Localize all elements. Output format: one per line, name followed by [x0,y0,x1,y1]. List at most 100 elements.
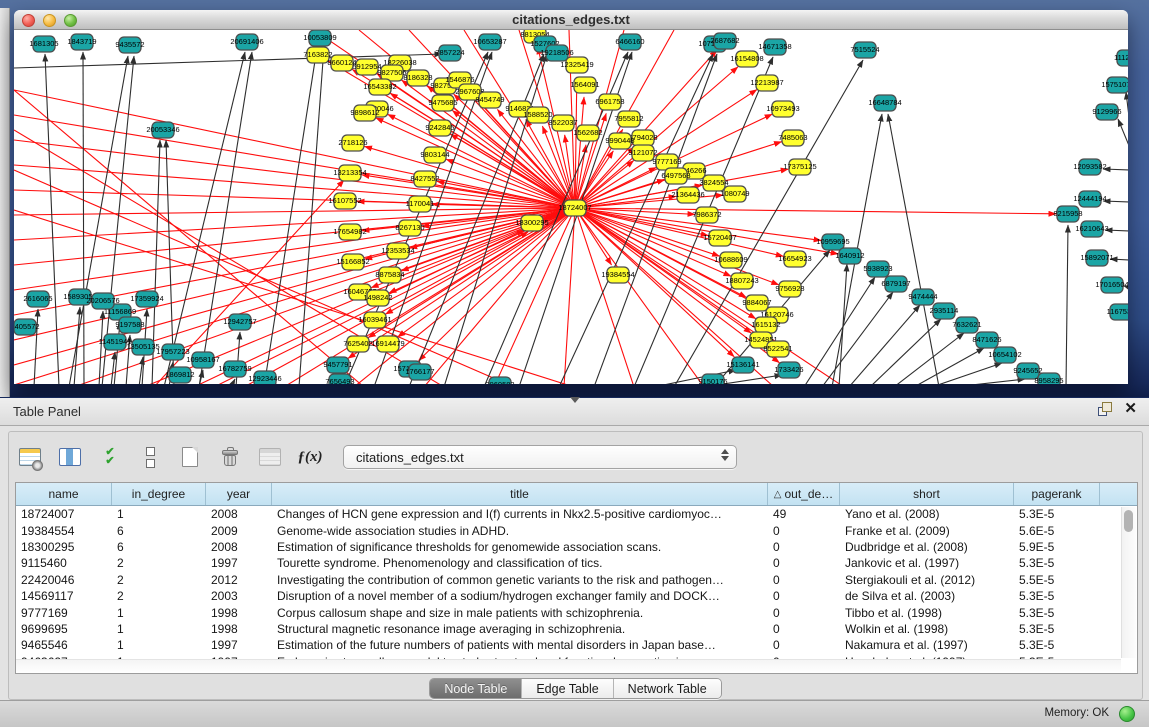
clear-selection-button[interactable] [135,441,165,473]
table-type-tabs: Node TableEdge TableNetwork Table [429,678,721,699]
graph-node-label: 16107552 [328,196,361,205]
citation-network-graph[interactable]: 1872400718300295193845541321335416107552… [14,30,1128,384]
show-columns-button[interactable] [55,441,85,473]
close-panel-icon[interactable]: ✕ [1124,402,1137,416]
splitter-handle-icon[interactable] [570,397,580,403]
graph-node-label: 2935114 [930,306,959,315]
graph-edge [839,264,847,384]
graph-node-label: 12942757 [223,317,256,326]
window-title: citations_edges.txt [14,12,1128,27]
graph-node-label: 1112058 [1114,53,1128,62]
graph-node-label: 9245652 [1013,366,1042,375]
table-header-row: namein_degree year title △out_de… short pager… [16,483,1137,506]
table-row[interactable]: 946554611997Estimation of the future num… [16,637,1120,653]
table-tabs-row: Node TableEdge TableNetwork Table [9,678,1142,699]
graph-node-label: 12093582 [1073,162,1106,171]
float-panel-icon[interactable] [1098,402,1112,416]
graph-node-label: 2718126 [338,138,367,147]
table-cell: 5.6E-5 [1014,524,1100,538]
table-row[interactable]: 977716911998Corpus callosum shape and si… [16,604,1120,620]
table-row[interactable]: 1830029562008Estimation of significance … [16,539,1120,555]
graph-edge [954,379,1025,384]
table-row[interactable]: 1456911722003Disruption of a novel membe… [16,588,1120,604]
table-panel-title: Table Panel [13,404,81,419]
graph-node-label: 18724007 [558,203,591,212]
network-canvas[interactable]: 1872400718300295193845541321335416107552… [14,30,1128,384]
graph-edge [894,333,964,384]
cytoscape-screen: citations_edges.txt 18724007183002951938… [0,0,1149,727]
table-cell: 0 [768,622,840,636]
delete-column-button[interactable] [215,441,245,473]
graph-node-label: 8875834 [375,270,404,279]
graph-node-label: 1640912 [835,251,864,260]
graph-edge [344,52,488,384]
graph-node-label: 17359924 [130,294,163,303]
column-header-label: short [913,487,940,501]
graph-node-label: 10959695 [816,237,849,246]
table-settings-button[interactable] [15,441,45,473]
graph-node-label: 7515524 [850,45,879,54]
graph-node-label: 6466160 [615,37,644,46]
select-all-button[interactable]: ✔✔ [95,441,125,473]
graph-node-label: 12213987 [750,78,783,87]
network-window-titlebar[interactable]: citations_edges.txt [14,10,1128,30]
tab-node-table[interactable]: Node Table [430,679,522,698]
table-cell: 0 [768,606,840,620]
tab-edge-table[interactable]: Edge Table [522,679,613,698]
table-row[interactable]: 1872400712008Changes of HCN gene express… [16,506,1120,522]
table-cell: 5.3E-5 [1014,556,1100,570]
table-row[interactable]: 969969511998Structural magnetic resonanc… [16,621,1120,637]
graph-node-label: 7632621 [952,320,981,329]
table-cell: 1 [112,507,206,521]
column-header-short[interactable]: short [840,483,1014,505]
graph-node-label: 1733426 [774,365,803,374]
graph-node-label: 9435572 [115,40,144,49]
column-header-name[interactable]: name [16,483,112,505]
table-cell: 5.9E-5 [1014,540,1100,554]
app-left-edge [0,8,10,399]
column-header-out_de[interactable]: △out_de… [768,483,840,505]
table-row[interactable]: 1938455462009Genome-wide association stu… [16,522,1120,538]
graph-edge [1103,201,1128,202]
vertical-scrollbar[interactable] [1121,507,1136,658]
tab-network-table[interactable]: Network Table [614,679,721,698]
column-header-label: title [510,487,529,501]
scrollbar-thumb[interactable] [1124,510,1133,532]
table-cell: 1 [112,638,206,652]
graph-node-label: 8454749 [475,95,504,104]
table-cell: Structural magnetic resonance image aver… [272,622,768,636]
graph-node-label: 18807243 [725,276,758,285]
horizontal-scrollbar[interactable] [16,659,1121,673]
graph-node-label: 9121072 [628,148,657,157]
table-cell: 2012 [206,573,272,587]
table-cell: 0 [768,589,840,603]
table-cell: 1997 [206,638,272,652]
node-table: namein_degree year title △out_de… short pager… [15,482,1138,674]
table-body: 1872400712008Changes of HCN gene express… [16,506,1120,659]
graph-node-label: 9129966 [1092,107,1121,116]
graph-node-label: 9898612 [350,108,379,117]
graph-node-label: 9197588 [115,320,144,329]
table-cell: 1998 [206,606,272,620]
graph-node-label: 9150176 [698,377,727,384]
table-cell: 1997 [206,556,272,570]
column-header-title[interactable]: title [272,483,768,505]
function-builder-button[interactable]: ƒ(x) [295,441,325,473]
graph-edge [575,208,704,384]
network-table-selector[interactable]: citations_edges.txt [343,445,737,469]
column-header-label: year [227,487,250,501]
graph-edge [194,230,524,384]
table-cell: 0 [768,573,840,587]
trash-icon [223,449,237,466]
graph-node-label: 7625402 [343,339,372,348]
graph-node-label: 1167533 [1107,307,1128,316]
table-row[interactable]: 2242004622012Investigating the contribut… [16,572,1120,588]
column-header-pagerank[interactable]: pagerank [1014,483,1100,505]
column-header-in_degree[interactable]: in_degree [112,483,206,505]
table-toolbar: ✔✔ ƒ(x) citations_edges.txt [15,438,737,476]
table-row[interactable]: 911546021997Tourette syndrome. Phenomeno… [16,555,1120,571]
green-checks-icon: ✔✔ [105,448,114,466]
column-header-year[interactable]: year [206,483,272,505]
create-column-button[interactable] [175,441,205,473]
table-cell: 9699695 [16,622,112,636]
